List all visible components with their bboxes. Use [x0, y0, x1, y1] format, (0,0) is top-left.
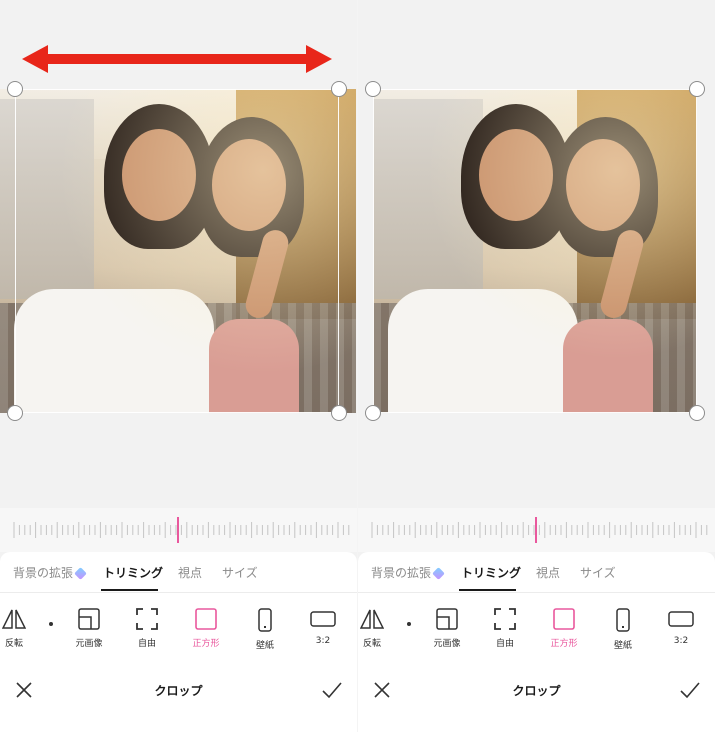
rotation-ruler[interactable]	[0, 508, 357, 552]
flip-icon	[360, 609, 384, 629]
free-crop-icon	[494, 608, 516, 630]
square-icon	[195, 608, 217, 630]
square-icon	[553, 608, 575, 630]
free-crop-icon	[136, 608, 158, 630]
tool-wallpaper[interactable]: 壁紙	[239, 608, 291, 651]
tool-ratio-3-2[interactable]: 3:2	[297, 608, 349, 646]
flip-icon	[2, 609, 26, 629]
tool-wallpaper[interactable]: 壁紙	[597, 608, 649, 651]
original-image-icon	[78, 608, 100, 630]
crop-tools: 反転 元画像 自由 正方形 壁紙 3:2	[0, 608, 357, 656]
crop-handle-bottom-right[interactable]	[689, 405, 705, 421]
crop-tools: 反転 元画像 自由 正方形 壁紙 3:2	[358, 608, 715, 656]
tab-size[interactable]: サイズ	[580, 564, 616, 581]
crop-screen-after: 背景の拡張 トリミング 視点 サイズ 反転 元画像 自由 正方形 壁紙 3:2 …	[358, 0, 715, 732]
bottom-sheet: 背景の拡張 トリミング 視点 サイズ 反転 元画像 自由 正方形 壁紙 3:2 …	[358, 552, 715, 732]
tab-size[interactable]: サイズ	[222, 564, 258, 581]
tool-square[interactable]: 正方形	[538, 608, 590, 649]
tab-trimming[interactable]: トリミング	[103, 564, 163, 581]
crop-title: クロップ	[512, 684, 561, 698]
tab-perspective[interactable]: 視点	[178, 564, 202, 581]
crop-frame[interactable]	[373, 89, 697, 413]
bottom-sheet: 背景の拡張 トリミング 視点 サイズ 反転 元画像 自由 正方形 壁紙 3:2 …	[0, 552, 357, 732]
tab-bar: 背景の拡張 トリミング 視点 サイズ	[0, 552, 357, 593]
original-image-icon	[436, 608, 458, 630]
diamond-icon	[74, 567, 87, 580]
crop-handle-top-right[interactable]	[331, 81, 347, 97]
bottom-bar: クロップ	[0, 680, 357, 700]
double-arrow-icon	[22, 45, 332, 73]
crop-screen-before: 背景の拡張 トリミング 視点 サイズ 反転 元画像 自由 正方形 壁紙 3:2 …	[0, 0, 357, 732]
tool-original[interactable]: 元画像	[421, 608, 473, 649]
tool-flip[interactable]: 反転	[358, 608, 398, 649]
tool-flip[interactable]: 反転	[0, 608, 40, 649]
crop-handle-bottom-left[interactable]	[7, 405, 23, 421]
crop-handle-bottom-right[interactable]	[331, 405, 347, 421]
tab-perspective[interactable]: 視点	[536, 564, 560, 581]
tab-trimming[interactable]: トリミング	[461, 564, 521, 581]
ratio-3-2-icon	[310, 611, 336, 627]
ratio-3-2-icon	[668, 611, 694, 627]
check-icon[interactable]	[679, 680, 701, 700]
crop-handle-bottom-left[interactable]	[365, 405, 381, 421]
tool-original[interactable]: 元画像	[63, 608, 115, 649]
rotation-ruler[interactable]	[358, 508, 715, 552]
tab-background-extend[interactable]: 背景の拡張	[371, 564, 445, 581]
tool-ratio-3-2[interactable]: 3:2	[655, 608, 707, 646]
crop-title: クロップ	[154, 684, 203, 698]
diamond-icon	[432, 567, 445, 580]
tool-square[interactable]: 正方形	[180, 608, 232, 649]
crop-handle-top-left[interactable]	[365, 81, 381, 97]
crop-handle-top-right[interactable]	[689, 81, 705, 97]
phone-wallpaper-icon	[616, 608, 630, 632]
tab-bar: 背景の拡張 トリミング 視点 サイズ	[358, 552, 715, 593]
active-tab-indicator	[459, 589, 516, 591]
crop-frame[interactable]	[15, 89, 339, 413]
crop-handle-top-left[interactable]	[7, 81, 23, 97]
tool-free[interactable]: 自由	[121, 608, 173, 649]
bottom-bar: クロップ	[358, 680, 715, 700]
tool-free[interactable]: 自由	[479, 608, 531, 649]
active-tab-indicator	[101, 589, 158, 591]
tab-background-extend[interactable]: 背景の拡張	[13, 564, 87, 581]
phone-wallpaper-icon	[258, 608, 272, 632]
check-icon[interactable]	[321, 680, 343, 700]
